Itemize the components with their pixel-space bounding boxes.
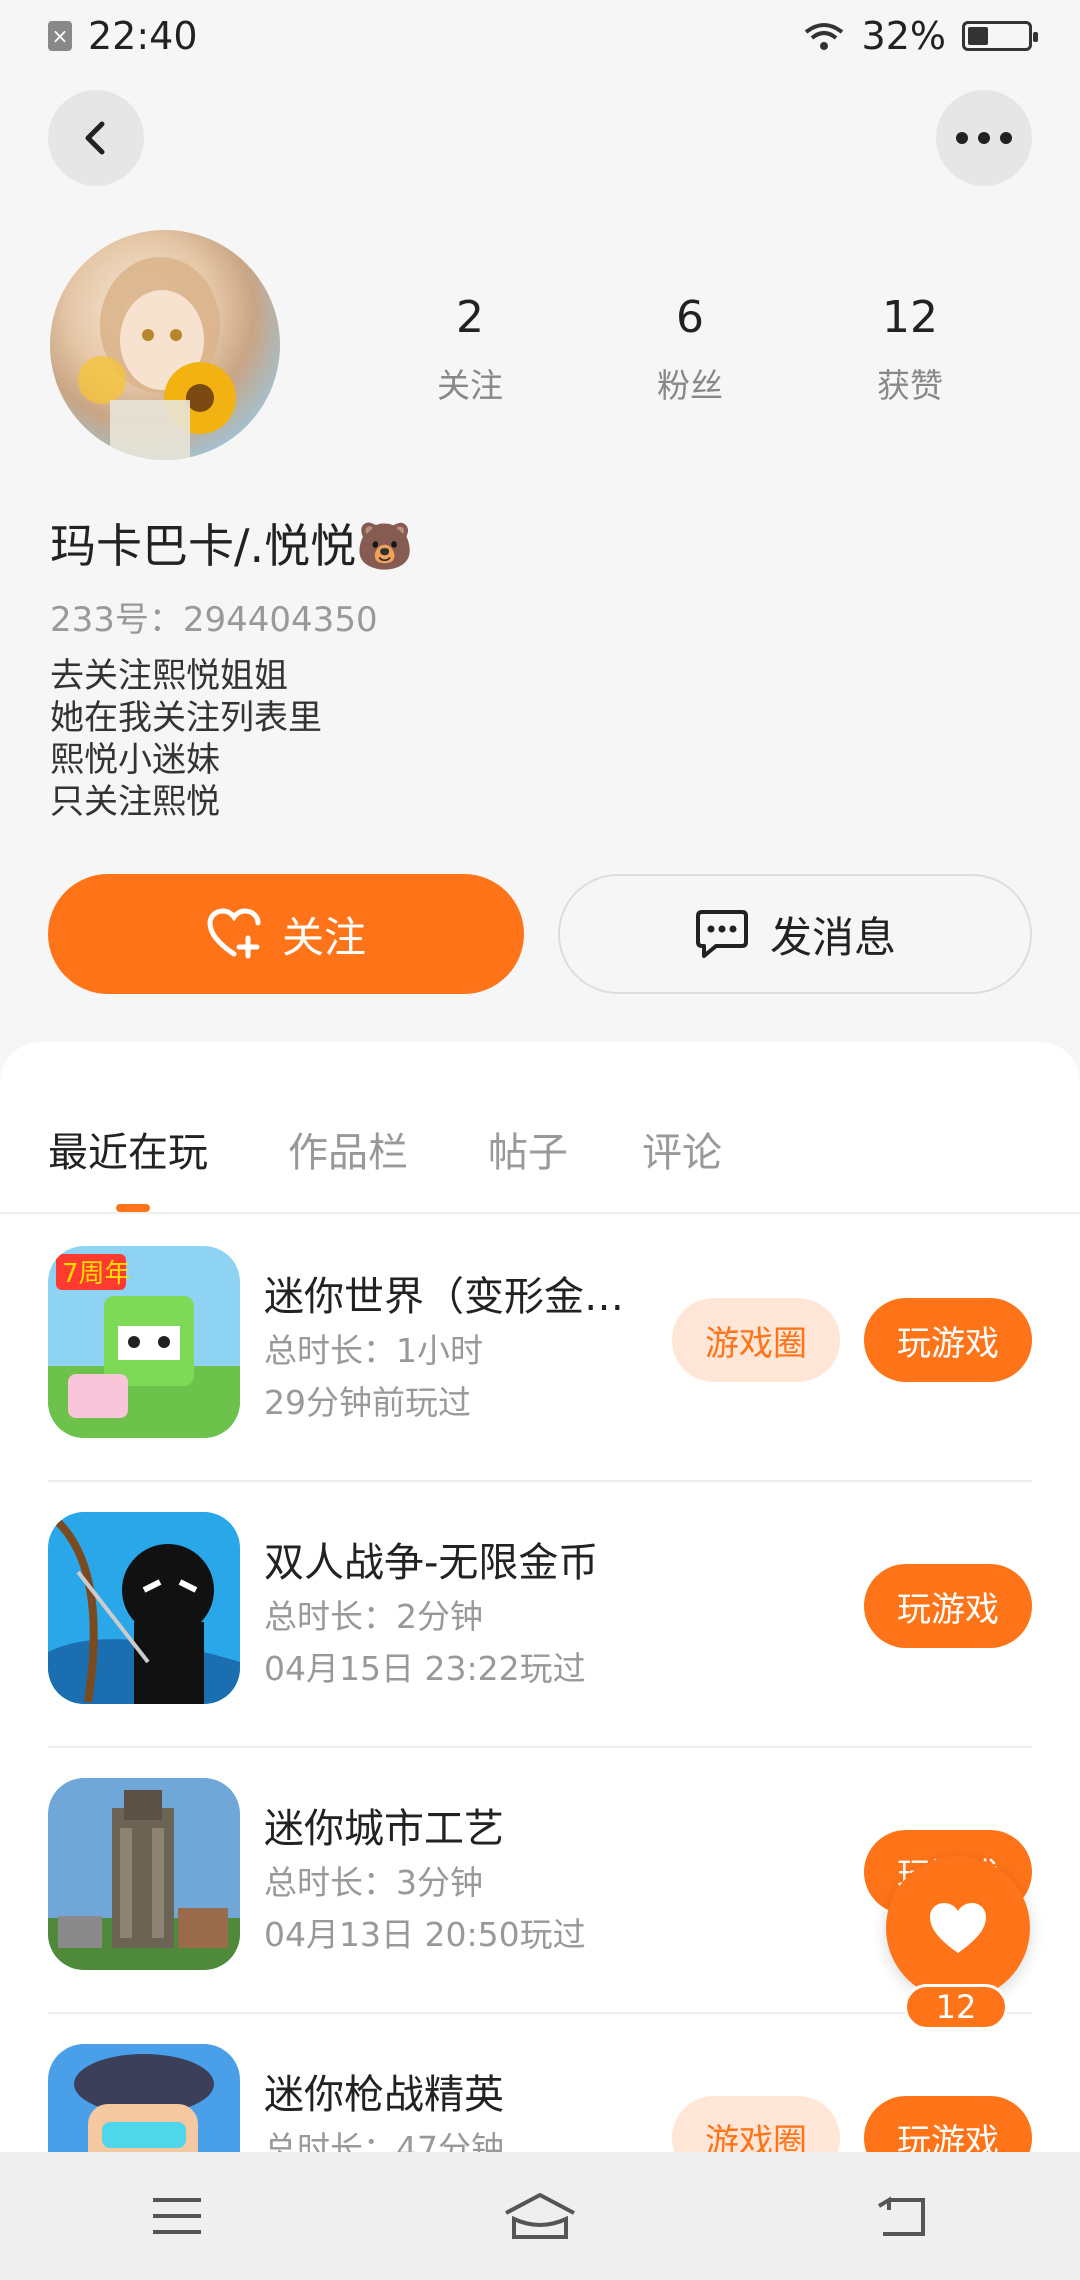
tab-works[interactable]: 作品栏 xyxy=(288,1120,408,1178)
game-title: 迷你世界（变形金… xyxy=(264,1274,624,1320)
game-circle-button[interactable]: 游戏圈 xyxy=(672,2096,840,2154)
heart-plus-icon xyxy=(207,908,261,959)
stat-following[interactable]: 2 关注 xyxy=(360,292,580,407)
tab-comments[interactable]: 评论 xyxy=(642,1120,722,1178)
game-title: 双人战争-无限金币 xyxy=(264,1540,599,1586)
game-last-played: 04月15日 23:22玩过 xyxy=(264,1649,586,1688)
chat-bubble-icon xyxy=(695,910,748,958)
username: 玛卡巴卡/.悦悦🐻 xyxy=(50,519,414,573)
tab-bar: 最近在玩 作品栏 帖子 评论 xyxy=(0,1082,1080,1214)
avatar-illustration xyxy=(78,257,236,460)
stat-number: 6 xyxy=(676,292,704,343)
bio: 去关注熙悦姐姐 她在我关注列表里 熙悦小迷妹 只关注熙悦 xyxy=(50,655,322,823)
tab-recently-played[interactable]: 最近在玩 xyxy=(48,1120,208,1178)
avatar[interactable] xyxy=(50,230,280,460)
play-game-button[interactable]: 玩游戏 xyxy=(864,1564,1032,1648)
like-button[interactable] xyxy=(886,1856,1030,2000)
tab-indicator xyxy=(116,1204,150,1212)
stat-label: 关注 xyxy=(437,366,503,405)
home-icon[interactable] xyxy=(502,2191,578,2241)
stat-label: 获赞 xyxy=(877,366,943,405)
tab-posts[interactable]: 帖子 xyxy=(488,1120,568,1178)
battery-icon xyxy=(962,21,1038,51)
like-count-badge: 12 xyxy=(904,1984,1008,2030)
no-sim-icon: × xyxy=(48,21,72,51)
game-row[interactable]: 双人战争-无限金币 总时长：2分钟 04月15日 23:22玩过 玩游戏 xyxy=(48,1482,1032,1748)
stat-fans[interactable]: 6 粉丝 xyxy=(580,292,800,407)
bio-line: 她在我关注列表里 xyxy=(50,698,322,738)
game-icon xyxy=(48,2044,240,2154)
back-nav-icon[interactable] xyxy=(875,2194,931,2238)
game-circle-button[interactable]: 游戏圈 xyxy=(672,1298,840,1382)
stat-likes[interactable]: 12 获赞 xyxy=(800,292,1020,407)
game-title: 迷你枪战精英 xyxy=(264,2072,504,2118)
profile-stats: 2 关注 6 粉丝 12 获赞 xyxy=(360,292,1020,407)
game-icon: 7周年 xyxy=(48,1246,240,1438)
user-id: 233号：294404350 xyxy=(50,600,378,640)
game-row[interactable]: 迷你枪战精英 总时长：47分钟 游戏圈 玩游戏 xyxy=(48,2014,1032,2154)
game-title: 迷你城市工艺 xyxy=(264,1806,504,1852)
chevron-left-icon xyxy=(85,121,105,155)
game-duration: 总时长：47分钟 xyxy=(264,2129,504,2154)
bio-line: 去关注熙悦姐姐 xyxy=(50,656,288,696)
game-icon xyxy=(48,1778,240,1970)
game-icon xyxy=(48,1512,240,1704)
status-time: 22:40 xyxy=(88,14,198,58)
svg-text:7周年: 7周年 xyxy=(62,1259,131,1289)
bio-line: 熙悦小迷妹 xyxy=(50,740,220,780)
system-nav-bar xyxy=(0,2152,1080,2280)
play-game-button[interactable]: 玩游戏 xyxy=(864,1298,1032,1382)
message-label: 发消息 xyxy=(769,912,896,962)
message-button[interactable]: 发消息 xyxy=(558,874,1032,994)
follow-button[interactable]: 关注 xyxy=(48,874,524,994)
back-button[interactable] xyxy=(48,90,144,186)
stat-number: 12 xyxy=(882,292,938,343)
game-duration: 总时长：2分钟 xyxy=(264,1597,483,1636)
wifi-icon xyxy=(804,23,843,50)
game-last-played: 29分钟前玩过 xyxy=(264,1383,471,1422)
game-row[interactable]: 迷你城市工艺 总时长：3分钟 04月13日 20:50玩过 玩游戏 xyxy=(48,1748,1032,2014)
game-duration: 总时长：1小时 xyxy=(264,1331,483,1370)
menu-icon[interactable] xyxy=(149,2194,205,2238)
play-game-button[interactable]: 玩游戏 xyxy=(864,2096,1032,2154)
stat-number: 2 xyxy=(456,292,484,343)
stat-label: 粉丝 xyxy=(657,366,723,405)
follow-label: 关注 xyxy=(281,912,366,962)
game-row[interactable]: 7周年 迷你世界（变形金… 总时长：1小时 29分钟前玩过 游戏圈 玩游戏 xyxy=(48,1216,1032,1482)
game-last-played: 04月13日 20:50玩过 xyxy=(264,1915,586,1954)
battery-percent: 32% xyxy=(861,14,946,58)
status-bar: × 22:40 32% xyxy=(0,0,1080,72)
more-dots-icon xyxy=(956,132,1012,144)
game-duration: 总时长：3分钟 xyxy=(264,1863,483,1902)
bio-line: 只关注熙悦 xyxy=(50,782,220,822)
more-button[interactable] xyxy=(936,90,1032,186)
heart-icon xyxy=(930,1903,986,1953)
